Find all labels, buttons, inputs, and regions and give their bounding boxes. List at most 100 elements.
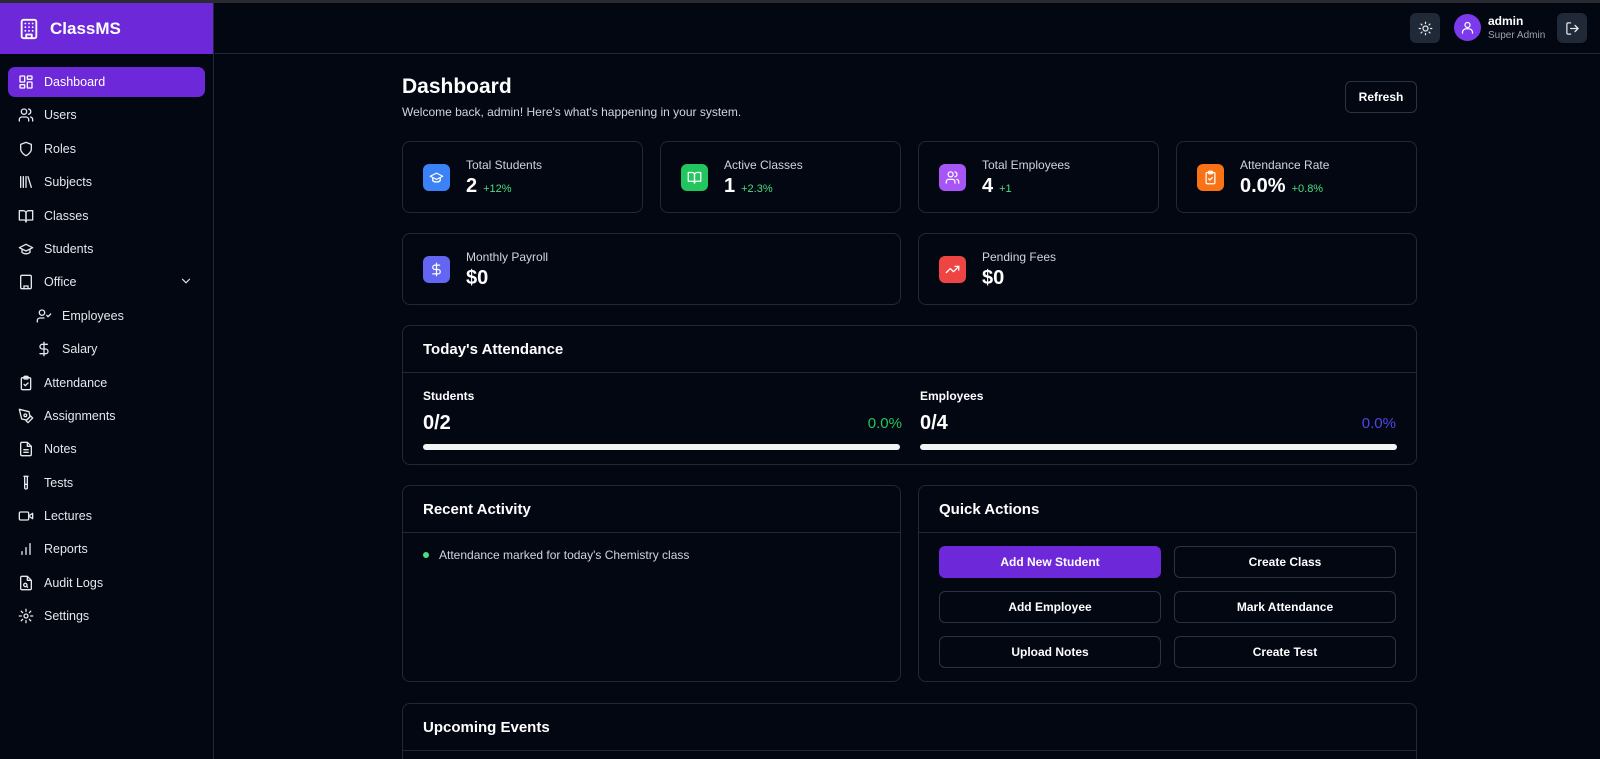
sidebar-nav: Dashboard Users Roles Subjects Classes S… bbox=[0, 54, 213, 631]
sidebar-item-label: Audit Logs bbox=[44, 575, 104, 590]
sidebar-item-salary[interactable]: Salary bbox=[8, 334, 205, 364]
add-new-student-button[interactable]: Add New Student bbox=[939, 546, 1161, 578]
sidebar-item-classes[interactable]: Classes bbox=[8, 201, 205, 231]
chevron-down-icon[interactable] bbox=[179, 274, 193, 288]
sidebar-item-reports[interactable]: Reports bbox=[8, 534, 205, 564]
user-icon bbox=[1461, 21, 1474, 34]
section-title: Quick Actions bbox=[939, 501, 1040, 518]
stat-change: +1 bbox=[999, 183, 1012, 195]
sidebar-item-assignments[interactable]: Assignments bbox=[8, 401, 205, 431]
stat-value: 4 +1 bbox=[982, 175, 1012, 198]
clipboard-check-icon bbox=[1205, 170, 1216, 185]
clipboard-check-icon bbox=[20, 375, 32, 390]
stat-card-pending-fees: Pending Fees $0 bbox=[918, 233, 1417, 305]
users-icon bbox=[945, 171, 960, 184]
sidebar-item-students[interactable]: Students bbox=[8, 234, 205, 264]
divider bbox=[919, 532, 1416, 533]
sidebar-item-label: Employees bbox=[62, 308, 124, 323]
stat-number: 1 bbox=[724, 175, 736, 197]
status-dot-icon bbox=[423, 552, 429, 558]
stat-card-monthly-payroll: Monthly Payroll $0 bbox=[402, 233, 901, 305]
shield-icon bbox=[20, 141, 32, 157]
logout-icon bbox=[1565, 21, 1579, 35]
create-test-button[interactable]: Create Test bbox=[1174, 636, 1396, 668]
sidebar-item-audit-logs[interactable]: Audit Logs bbox=[8, 568, 205, 598]
sidebar-item-label: Notes bbox=[44, 442, 77, 457]
sidebar-item-tests[interactable]: Tests bbox=[8, 468, 205, 498]
stat-card-attendance-rate: Attendance Rate 0.0% +0.8% bbox=[1176, 141, 1417, 213]
sidebar-item-employees[interactable]: Employees bbox=[8, 301, 205, 331]
test-tube-icon bbox=[23, 475, 29, 490]
book-open-icon bbox=[18, 209, 34, 223]
stat-value: 1 +2.3% bbox=[724, 175, 773, 198]
avatar[interactable] bbox=[1454, 14, 1481, 41]
theme-toggle-button[interactable] bbox=[1410, 13, 1440, 43]
sidebar-item-attendance[interactable]: Attendance bbox=[8, 368, 205, 398]
divider bbox=[403, 372, 1416, 373]
attendance-students-count: 0/2 bbox=[423, 412, 451, 434]
trending-up-icon bbox=[945, 265, 960, 274]
sidebar-item-label: Tests bbox=[44, 475, 74, 490]
refresh-button[interactable]: Refresh bbox=[1345, 81, 1417, 113]
upcoming-events-panel: Upcoming Events bbox=[402, 703, 1417, 759]
book-open-icon bbox=[687, 171, 702, 184]
dollar-icon bbox=[432, 262, 441, 277]
sidebar: ClassMS Dashboard Users Roles Subjects C… bbox=[0, 3, 214, 759]
sidebar-item-label: Office bbox=[44, 275, 77, 290]
stat-icon-box bbox=[681, 164, 708, 191]
stat-label: Pending Fees bbox=[982, 250, 1057, 264]
stat-icon-box bbox=[1197, 164, 1224, 191]
stat-label: Active Classes bbox=[724, 158, 803, 172]
gear-icon bbox=[18, 608, 34, 624]
bar-chart-icon bbox=[21, 543, 31, 556]
attendance-employees-percent: 0.0% bbox=[1361, 415, 1396, 432]
sidebar-item-label: Users bbox=[44, 108, 77, 123]
upload-notes-button[interactable]: Upload Notes bbox=[939, 636, 1161, 668]
stat-value: $0 bbox=[982, 267, 1004, 290]
stat-icon-box bbox=[939, 164, 966, 191]
sidebar-item-dashboard[interactable]: Dashboard bbox=[8, 67, 205, 97]
mark-attendance-button[interactable]: Mark Attendance bbox=[1174, 591, 1396, 623]
sidebar-item-label: Lectures bbox=[44, 509, 92, 524]
divider bbox=[403, 532, 900, 533]
add-employee-button[interactable]: Add Employee bbox=[939, 591, 1161, 623]
building-icon bbox=[20, 18, 38, 39]
stat-label: Monthly Payroll bbox=[466, 250, 549, 264]
sidebar-item-lectures[interactable]: Lectures bbox=[8, 501, 205, 531]
sun-icon bbox=[1418, 21, 1432, 35]
users-icon bbox=[18, 108, 34, 123]
stat-change: +0.8% bbox=[1291, 183, 1324, 195]
sidebar-item-label: Salary bbox=[62, 342, 98, 357]
stat-value: 2 +12% bbox=[466, 175, 512, 198]
attendance-students-percent: 0.0% bbox=[867, 415, 902, 432]
sidebar-item-users[interactable]: Users bbox=[8, 100, 205, 130]
sidebar-item-label: Reports bbox=[44, 542, 88, 557]
brand[interactable]: ClassMS bbox=[0, 3, 213, 54]
pen-tool-icon bbox=[18, 408, 34, 424]
stat-card-active-classes: Active Classes 1 +2.3% bbox=[660, 141, 901, 213]
quick-actions-panel: Quick Actions Add New Student Create Cla… bbox=[918, 485, 1417, 682]
stat-icon-box bbox=[423, 164, 450, 191]
sidebar-item-settings[interactable]: Settings bbox=[8, 601, 205, 631]
logout-button[interactable] bbox=[1557, 13, 1587, 43]
stat-number: 4 bbox=[982, 175, 994, 197]
stat-card-total-employees: Total Employees 4 +1 bbox=[918, 141, 1159, 213]
sidebar-item-subjects[interactable]: Subjects bbox=[8, 167, 205, 197]
top-header: admin Super Admin bbox=[215, 3, 1600, 54]
list-item: Attendance marked for today's Chemistry … bbox=[423, 548, 689, 562]
activity-text: Attendance marked for today's Chemistry … bbox=[439, 548, 690, 562]
divider bbox=[403, 750, 1416, 751]
stat-value: 0.0% +0.8% bbox=[1240, 175, 1323, 198]
sidebar-item-notes[interactable]: Notes bbox=[8, 434, 205, 464]
section-title: Today's Attendance bbox=[423, 341, 564, 358]
create-class-button[interactable]: Create Class bbox=[1174, 546, 1396, 578]
sidebar-item-office[interactable]: Office bbox=[8, 267, 205, 297]
sidebar-item-label: Assignments bbox=[44, 408, 116, 423]
user-name: admin bbox=[1488, 14, 1524, 28]
dollar-icon bbox=[39, 341, 49, 357]
attendance-students-progress bbox=[423, 444, 900, 450]
stat-label: Total Students bbox=[466, 158, 543, 172]
graduation-cap-icon bbox=[429, 172, 444, 183]
sidebar-item-roles[interactable]: Roles bbox=[8, 134, 205, 164]
attendance-employees-count: 0/4 bbox=[920, 412, 948, 434]
